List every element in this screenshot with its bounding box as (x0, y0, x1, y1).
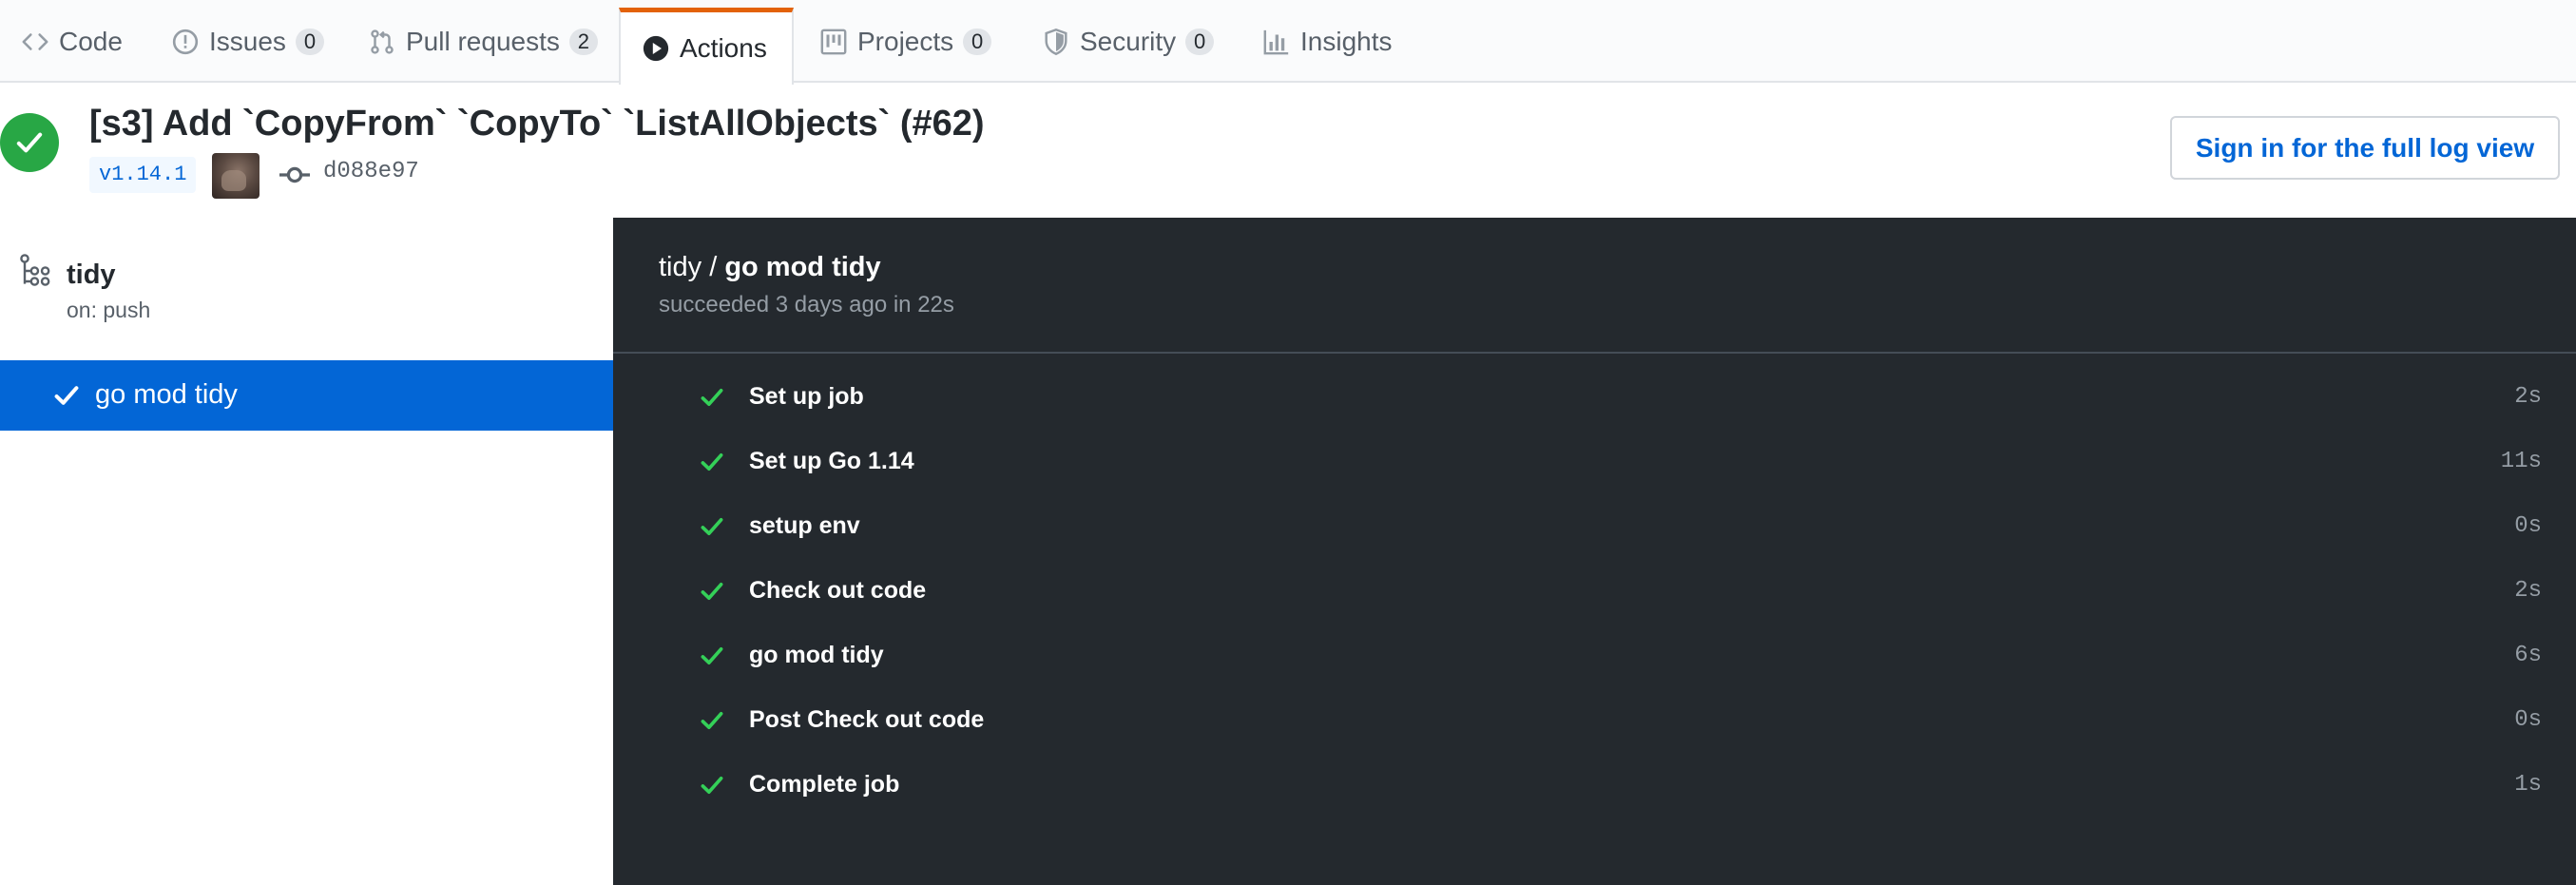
log-step-setup-env[interactable]: setup env 0s (613, 494, 2576, 559)
issues-counter: 0 (295, 28, 324, 55)
tag-label[interactable]: v1.14.1 (89, 157, 197, 193)
workflow-sidebar: tidy on: push go mod tidy (0, 218, 613, 885)
log-header: tidy / go mod tidy succeeded 3 days ago … (613, 218, 2576, 354)
step-name: go mod tidy (749, 642, 884, 668)
tab-issues[interactable]: Issues 0 (150, 0, 345, 83)
pull-requests-counter: 2 (568, 28, 598, 55)
tab-label: Insights (1300, 26, 1393, 56)
step-duration: 2s (2514, 578, 2542, 604)
tab-actions[interactable]: Actions (619, 8, 794, 85)
workflow-name[interactable]: tidy (67, 260, 116, 291)
step-name: setup env (749, 512, 860, 539)
step-duration: 0s (2514, 707, 2542, 733)
commit-icon (279, 161, 311, 189)
tab-code[interactable]: Code (0, 0, 144, 83)
step-duration: 0s (2514, 513, 2542, 539)
check-icon (700, 451, 724, 473)
step-duration: 1s (2514, 772, 2542, 798)
sidebar-job-label: go mod tidy (95, 379, 238, 410)
tab-projects[interactable]: Projects 0 (798, 0, 1012, 83)
workflow-icon (19, 254, 53, 288)
code-icon (21, 28, 49, 56)
step-duration: 6s (2514, 643, 2542, 668)
log-step-set-up-job[interactable]: Set up job 2s (613, 365, 2576, 430)
check-icon (700, 580, 724, 603)
run-header: [s3] Add `CopyFrom` `CopyTo` `ListAllObj… (0, 85, 2576, 218)
play-icon (642, 34, 670, 63)
log-title: tidy / go mod tidy (659, 252, 881, 283)
page-title: [s3] Add `CopyFrom` `CopyTo` `ListAllObj… (89, 104, 985, 144)
commit-sha-link[interactable]: d088e97 (323, 159, 419, 184)
log-step-set-up-go[interactable]: Set up Go 1.14 11s (613, 430, 2576, 494)
check-icon (700, 774, 724, 797)
success-status-icon (0, 113, 59, 172)
step-name: Set up job (749, 383, 864, 410)
log-step-complete-job[interactable]: Complete job 1s (613, 753, 2576, 818)
security-counter: 0 (1185, 28, 1215, 55)
shield-icon (1042, 28, 1070, 56)
log-step-check-out-code[interactable]: Check out code 2s (613, 559, 2576, 624)
repo-tab-nav: Code Issues 0 Pull requests 2 Actions Pr… (0, 0, 2576, 85)
tab-insights[interactable]: Insights (1241, 0, 1413, 83)
log-workflow-name: tidy (659, 252, 702, 282)
step-duration: 2s (2514, 384, 2542, 410)
step-duration: 11s (2500, 449, 2542, 474)
check-icon (53, 383, 80, 408)
workflow-trigger: on: push (67, 298, 151, 322)
log-job-name: go mod tidy (724, 252, 881, 282)
step-name: Post Check out code (749, 706, 985, 733)
avatar[interactable] (212, 153, 260, 199)
step-name: Check out code (749, 577, 927, 604)
pull-request-icon (368, 28, 396, 56)
sidebar-job-go-mod-tidy[interactable]: go mod tidy (0, 360, 613, 431)
check-icon (700, 709, 724, 732)
log-pane: tidy / go mod tidy succeeded 3 days ago … (613, 218, 2576, 885)
issue-icon (171, 28, 200, 56)
log-step-go-mod-tidy[interactable]: go mod tidy 6s (613, 624, 2576, 688)
tab-label: Security (1080, 26, 1177, 56)
log-step-post-check-out-code[interactable]: Post Check out code 0s (613, 688, 2576, 753)
check-icon (700, 645, 724, 667)
tab-label: Code (59, 26, 123, 56)
step-name: Set up Go 1.14 (749, 448, 914, 474)
projects-counter: 0 (963, 28, 992, 55)
tab-label: Pull requests (406, 26, 560, 56)
log-subtitle: succeeded 3 days ago in 22s (659, 292, 954, 317)
step-name: Complete job (749, 771, 900, 798)
tab-label: Projects (857, 26, 954, 56)
check-icon (700, 515, 724, 538)
sign-in-full-log-button[interactable]: Sign in for the full log view (2170, 116, 2560, 180)
tab-label: Actions (680, 33, 767, 63)
tab-security[interactable]: Security 0 (1021, 0, 1235, 83)
project-icon (819, 28, 848, 56)
check-icon (700, 386, 724, 409)
graph-icon (1262, 28, 1291, 56)
tab-label: Issues (209, 26, 286, 56)
tab-pull-requests[interactable]: Pull requests 2 (347, 0, 619, 83)
log-title-separator: / (702, 252, 725, 282)
